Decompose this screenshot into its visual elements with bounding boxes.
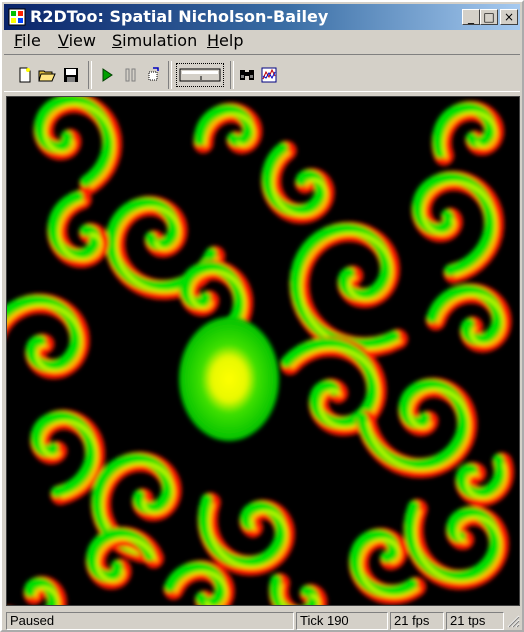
status-tick: Tick 190 — [296, 612, 388, 630]
menu-view[interactable]: View — [58, 32, 96, 50]
menu-simulation[interactable]: Simulation — [112, 32, 197, 50]
pause-button[interactable] — [120, 64, 142, 86]
step-button[interactable] — [142, 64, 164, 86]
new-button[interactable] — [14, 64, 36, 86]
speed-control[interactable] — [176, 63, 224, 87]
new-file-icon — [19, 67, 31, 83]
open-button[interactable] — [36, 64, 58, 86]
toolbar-separator — [88, 61, 92, 89]
simulation-canvas[interactable] — [6, 96, 520, 606]
run-button[interactable] — [96, 64, 118, 86]
graph-icon — [261, 67, 277, 83]
step-icon — [148, 67, 159, 81]
find-button[interactable] — [236, 64, 258, 86]
toolbar-separator — [168, 61, 172, 89]
minimize-button[interactable]: _ — [462, 9, 480, 25]
binoculars-icon — [240, 70, 254, 80]
status-state: Paused — [6, 612, 294, 630]
menu-bar: File View Simulation Help — [4, 30, 520, 52]
central-hotspot — [179, 317, 279, 441]
resize-grip-icon[interactable] — [506, 614, 520, 628]
menu-file[interactable]: File — [14, 32, 41, 50]
speed-slider-icon — [179, 68, 221, 82]
toolbar-separator — [230, 61, 234, 89]
title-bar[interactable]: R2DToo: Spatial Nicholson-Bailey _ □ × — [4, 4, 520, 30]
save-button[interactable] — [60, 64, 82, 86]
status-tps: 21 tps — [446, 612, 504, 630]
close-button[interactable]: × — [500, 9, 518, 25]
app-icon — [8, 8, 26, 26]
status-bar: Paused Tick 190 21 fps 21 tps — [4, 610, 520, 630]
graph-button[interactable] — [258, 64, 280, 86]
open-folder-icon — [38, 70, 56, 82]
toolbar — [4, 54, 520, 92]
maximize-button[interactable]: □ — [480, 9, 498, 25]
population-field — [7, 97, 514, 605]
status-fps: 21 fps — [390, 612, 444, 630]
save-disk-icon — [64, 68, 78, 82]
app-window: R2DToo: Spatial Nicholson-Bailey _ □ × F… — [0, 0, 524, 632]
pause-icon — [125, 68, 136, 82]
window-title: R2DToo: Spatial Nicholson-Bailey — [30, 7, 329, 26]
play-icon — [102, 68, 113, 82]
menu-help[interactable]: Help — [207, 32, 243, 50]
